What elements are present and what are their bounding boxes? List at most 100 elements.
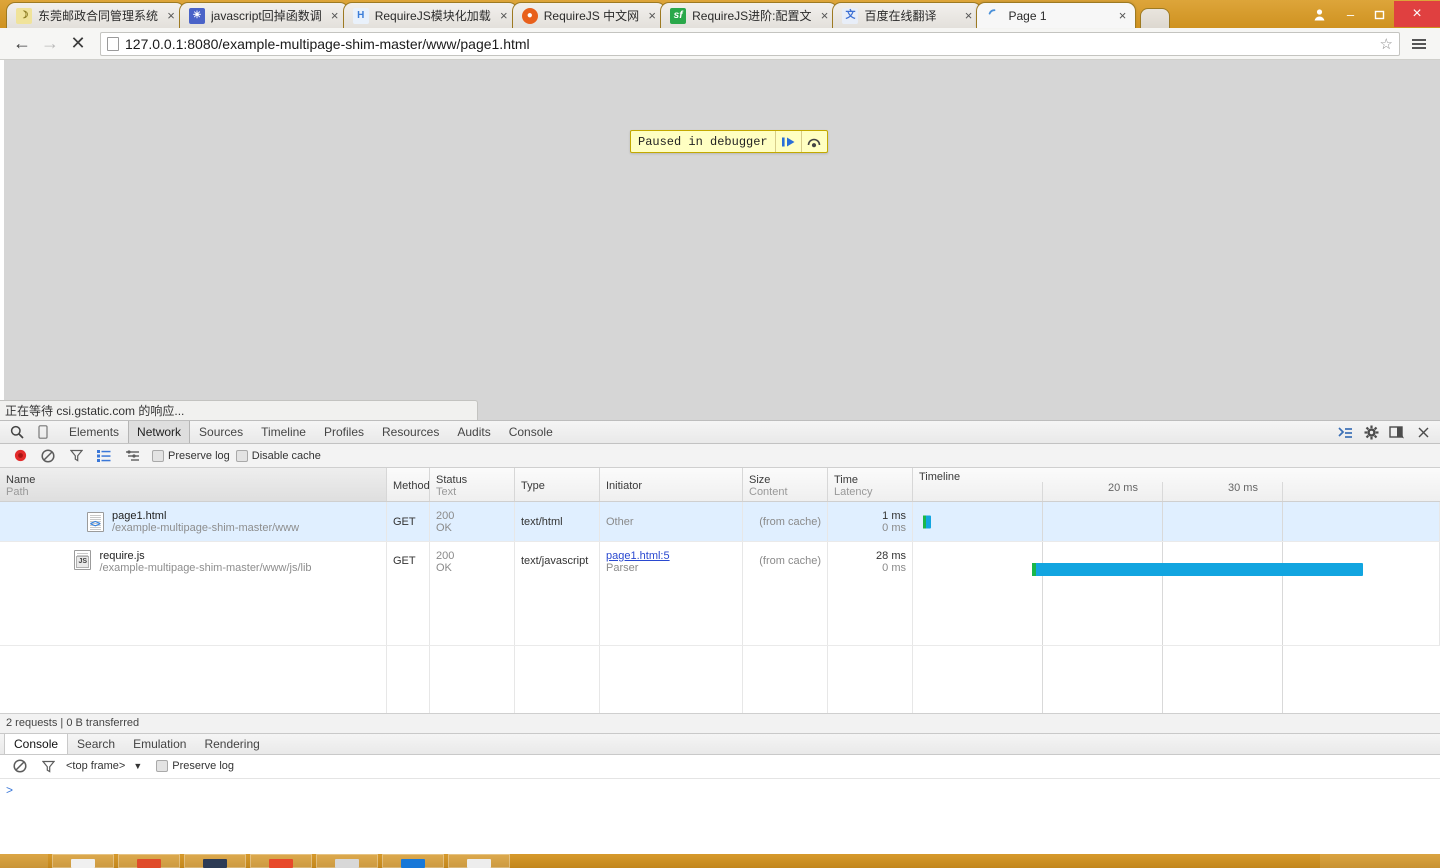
disable-cache-checkbox-box[interactable] (235, 449, 248, 462)
request-file-name: page1.html (111, 509, 167, 522)
browser-tab-3[interactable]: H RequireJS模块化加载 × (342, 2, 518, 28)
request-time: 28 ms (876, 550, 906, 562)
taskbar-item[interactable] (184, 854, 246, 868)
dock-side-icon[interactable] (1384, 421, 1410, 443)
tab-profiles[interactable]: Profiles (315, 421, 373, 443)
browser-tab-2[interactable]: ☀ javascript回掉函数调 × (179, 2, 349, 28)
browser-tab-6[interactable]: 文 百度在线翻译 × (832, 2, 983, 28)
tab-audits[interactable]: Audits (448, 421, 499, 443)
bookmark-star-icon[interactable]: ☆ (1380, 35, 1393, 53)
device-mode-icon[interactable] (30, 421, 56, 443)
preserve-log-checkbox-box[interactable] (152, 449, 164, 462)
back-button[interactable]: ← (8, 30, 36, 58)
browser-window: ☽ 东莞邮政合同管理系统 × ☀ javascript回掉函数调 × H Req… (0, 0, 1440, 868)
request-initiator-link[interactable]: page1.html:5 (606, 550, 736, 562)
browser-tab-1[interactable]: ☽ 东莞邮政合同管理系统 × (6, 2, 186, 28)
drawer-tab-console[interactable]: Console (4, 733, 69, 754)
record-button[interactable] (6, 445, 34, 467)
table-row[interactable]: JS require.js /example-multipage-shim-ma… (0, 542, 1440, 646)
step-over-icon[interactable] (800, 131, 827, 152)
js-badge: JS (76, 556, 89, 568)
drawer-tab-search[interactable]: Search (68, 734, 124, 754)
address-bar[interactable]: 127.0.0.1:8080/example-multipage-shim-ma… (100, 31, 1400, 56)
new-tab-button[interactable] (1140, 8, 1171, 28)
html-file-icon: <> (86, 511, 104, 532)
taskbar-item[interactable] (52, 854, 114, 868)
clear-network-log-icon[interactable] (34, 445, 62, 467)
stop-loading-button[interactable]: ✕ (64, 30, 92, 58)
console-drawer-icon[interactable] (1332, 421, 1358, 443)
magnifier-icon[interactable] (4, 421, 30, 443)
console-preserve-log-box[interactable] (156, 760, 169, 772)
browser-tab-title: 百度在线翻译 (864, 8, 937, 23)
column-header-timeline[interactable]: Timeline 20 ms 30 ms (913, 468, 1440, 501)
browser-tab-4[interactable]: ● RequireJS 中文网 × (511, 2, 667, 28)
page-info-icon[interactable] (107, 36, 119, 51)
tab-close-icon[interactable]: × (497, 9, 511, 23)
request-latency-segment (923, 515, 926, 528)
tab-close-icon[interactable]: × (164, 9, 178, 23)
request-status-text: OK (436, 521, 452, 534)
tab-sources[interactable]: Sources (190, 421, 252, 443)
close-devtools-icon[interactable] (1410, 421, 1436, 443)
tab-close-icon[interactable]: × (1115, 9, 1129, 23)
column-header-size[interactable]: Size Content (743, 468, 828, 501)
table-row[interactable]: <> page1.html /example-multipage-shim-ma… (0, 502, 1440, 542)
taskbar-item[interactable] (118, 854, 180, 868)
tab-close-icon[interactable]: × (645, 9, 659, 23)
forward-button[interactable]: → (36, 30, 64, 58)
resume-script-icon[interactable] (774, 131, 801, 152)
browser-tab-5[interactable]: sf RequireJS进阶:配置文 × (660, 2, 839, 28)
drawer-tab-emulation[interactable]: Emulation (124, 734, 195, 754)
taskbar-item[interactable] (250, 854, 312, 868)
request-name-cell[interactable]: <> page1.html /example-multipage-shim-ma… (0, 502, 387, 541)
gear-icon[interactable] (1358, 421, 1384, 443)
tab-close-icon[interactable]: × (961, 9, 975, 23)
column-header-type[interactable]: Type (515, 468, 600, 501)
request-name-cell[interactable]: JS require.js /example-multipage-shim-ma… (0, 542, 387, 645)
taskbar-item[interactable] (448, 854, 510, 868)
taskbar-item[interactable] (382, 854, 444, 868)
timeline-gridline (1042, 502, 1043, 541)
close-window-button[interactable]: × (1394, 1, 1440, 27)
timeline-gridline (1282, 482, 1283, 501)
user-avatar-button[interactable] (1302, 3, 1336, 25)
large-rows-icon[interactable] (90, 445, 118, 467)
tab-timeline[interactable]: Timeline (252, 421, 315, 443)
taskbar-item[interactable] (316, 854, 378, 868)
minimize-button[interactable]: – (1336, 3, 1365, 25)
browser-menu-button[interactable] (1406, 31, 1432, 57)
chevron-down-icon[interactable]: ▼ (133, 761, 142, 771)
maximize-button[interactable] (1365, 3, 1394, 25)
system-tray[interactable] (1320, 854, 1440, 868)
tab-elements[interactable]: Elements (60, 421, 128, 443)
column-title: Method (393, 479, 430, 492)
console-filter-icon[interactable] (34, 755, 62, 777)
drawer-tab-rendering[interactable]: Rendering (195, 734, 268, 754)
column-title: Status (436, 473, 468, 486)
request-time-cell: 1 ms 0 ms (828, 502, 913, 541)
devtools-toolbar: Elements Network Sources Timeline Profil… (0, 421, 1440, 444)
tab-console[interactable]: Console (500, 421, 562, 443)
column-header-time[interactable]: Time Latency (828, 468, 913, 501)
browser-tab-7-active[interactable]: Page 1 × (976, 2, 1137, 28)
tab-close-icon[interactable]: × (328, 9, 342, 23)
timeline-gridline (1162, 542, 1163, 645)
capture-timeline-icon[interactable] (118, 445, 146, 467)
tab-network[interactable]: Network (128, 421, 191, 443)
column-header-method[interactable]: Method (387, 468, 430, 501)
column-header-name[interactable]: Name Path (0, 468, 387, 501)
tab-close-icon[interactable]: × (817, 9, 831, 23)
disable-cache-checkbox[interactable]: Disable cache (235, 449, 321, 462)
start-button[interactable] (0, 854, 48, 868)
column-header-initiator[interactable]: Initiator (600, 468, 743, 501)
tab-resources[interactable]: Resources (373, 421, 448, 443)
filter-icon[interactable] (62, 445, 90, 467)
preserve-log-checkbox[interactable]: Preserve log (152, 449, 230, 462)
translate-icon: 文 (842, 7, 859, 24)
console-preserve-log-checkbox[interactable]: Preserve log (156, 760, 234, 772)
request-file-path: /example-multipage-shim-master/www/js/li… (99, 562, 312, 574)
console-frame-selector[interactable]: <top frame> ▼ (66, 760, 142, 772)
clear-console-icon[interactable] (6, 755, 34, 777)
column-header-status[interactable]: Status Text (430, 468, 515, 501)
